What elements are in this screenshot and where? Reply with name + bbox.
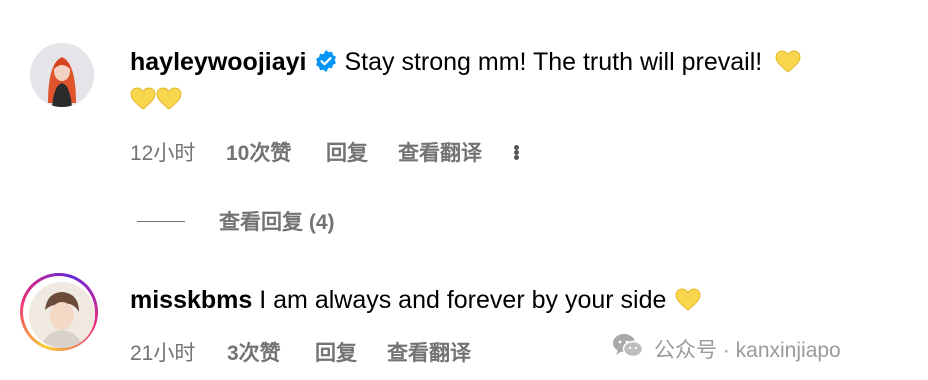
comment-username[interactable]: misskbms	[130, 286, 252, 314]
comment-1-text-line: hayleywoojiayi Stay strong mm! The truth …	[130, 46, 801, 82]
verified-badge-icon	[314, 49, 338, 81]
reply-button[interactable]: 回复	[315, 337, 387, 367]
comment-text: Stay strong mm! The truth will prevail!	[344, 48, 763, 76]
wechat-icon	[612, 333, 644, 365]
likes-count-button[interactable]: 3次赞	[227, 337, 315, 367]
avatar[interactable]	[30, 43, 94, 107]
more-dots-icon[interactable]	[514, 144, 519, 160]
comment-text: I am always and forever by your side	[259, 286, 667, 314]
comment-1-meta: 12小时 10次赞 回复 查看翻译	[130, 137, 519, 167]
view-replies-label: 查看回复 (4)	[219, 211, 335, 234]
likes-count-button[interactable]: 10次赞	[226, 137, 326, 167]
comment-time: 12小时	[130, 142, 196, 165]
reply-button[interactable]: 回复	[326, 137, 398, 167]
avatar-story-ring[interactable]	[20, 273, 98, 351]
comment-username[interactable]: hayleywoojiayi	[130, 48, 306, 76]
yellow-heart-icon	[775, 50, 801, 82]
see-translation-button[interactable]: 查看翻译	[387, 337, 471, 367]
avatar	[29, 282, 95, 348]
view-replies-button[interactable]: 查看回复 (4)	[137, 206, 335, 236]
comment-1-text-line-2	[130, 83, 182, 119]
yellow-heart-icon	[675, 288, 701, 320]
divider	[137, 220, 185, 222]
watermark-text: 公众号 · kanxinjiapo	[654, 339, 841, 362]
comment-time: 21小时	[130, 342, 196, 365]
comment-2-text-line: misskbms I am always and forever by your…	[130, 284, 701, 320]
comment-2-meta: 21小时 3次赞 回复 查看翻译	[130, 337, 471, 367]
see-translation-button[interactable]: 查看翻译	[398, 137, 514, 167]
yellow-heart-icon	[130, 87, 156, 119]
watermark: 公众号 · kanxinjiapo	[612, 333, 841, 365]
yellow-heart-icon	[156, 87, 182, 119]
